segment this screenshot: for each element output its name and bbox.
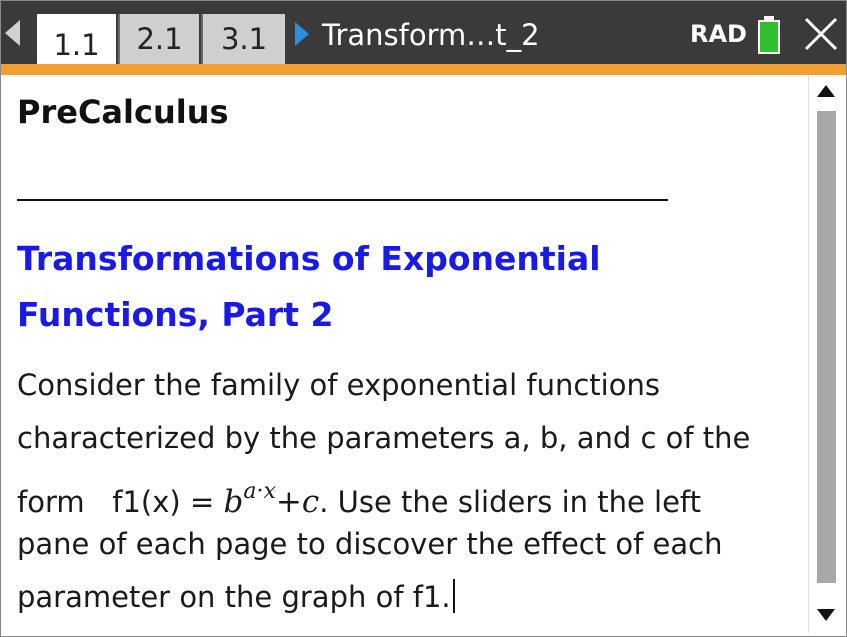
paragraph-line: parameter on the graph of f1. <box>17 571 797 624</box>
scroll-thumb[interactable] <box>817 111 836 583</box>
close-icon[interactable] <box>800 14 842 54</box>
tab-label: 3.1 <box>220 22 268 56</box>
accent-bar <box>0 64 847 75</box>
left-arrow-icon[interactable] <box>5 20 20 46</box>
page-title: Transformations of Exponential Functions… <box>17 231 717 343</box>
paragraph-line: Consider the family of exponential funct… <box>17 368 660 402</box>
angle-mode-indicator: RAD <box>690 20 747 48</box>
formula-exponent: a·x <box>243 479 276 504</box>
formula-prefix: form f1(x) = <box>17 485 224 519</box>
battery-icon <box>756 16 782 54</box>
text-cursor <box>452 579 455 613</box>
title-line-1: Transformations of Exponential <box>17 239 601 278</box>
divider-line <box>17 199 668 201</box>
vertical-scrollbar[interactable] <box>808 75 844 633</box>
paragraph-line: form f1(x) = ba·x+c. Use the sliders in … <box>17 465 797 520</box>
title-line-2: Functions, Part 2 <box>17 295 334 334</box>
paragraph-line: pane of each page to discover the effect… <box>17 527 723 561</box>
tab-2-1[interactable]: 2.1 <box>118 14 199 64</box>
tab-label: 2.1 <box>136 22 183 56</box>
formula-base: b <box>223 484 244 520</box>
tab-3-1[interactable]: 3.1 <box>201 14 285 64</box>
document-arrow-icon <box>295 22 309 46</box>
top-bar: 1.1 2.1 3.1 Transform…t_2 RAD <box>0 0 847 75</box>
notes-content[interactable]: PreCalculus Transformations of Exponenti… <box>0 75 808 633</box>
paragraph-text: . Use the sliders in the left <box>319 485 702 519</box>
document-title[interactable]: Transform…t_2 <box>322 14 540 56</box>
scroll-down-arrow-icon[interactable] <box>817 609 835 621</box>
description-paragraph: Consider the family of exponential funct… <box>17 359 797 624</box>
scroll-up-arrow-icon[interactable] <box>817 85 835 97</box>
formula: ba·x+c <box>223 479 320 520</box>
paragraph-text: parameter on the graph of f1. <box>17 580 451 614</box>
formula-tail: +c <box>275 484 320 520</box>
tab-label: 1.1 <box>53 27 100 62</box>
paragraph-line: characterized by the parameters a, b, an… <box>17 421 751 455</box>
course-heading: PreCalculus <box>17 93 229 131</box>
